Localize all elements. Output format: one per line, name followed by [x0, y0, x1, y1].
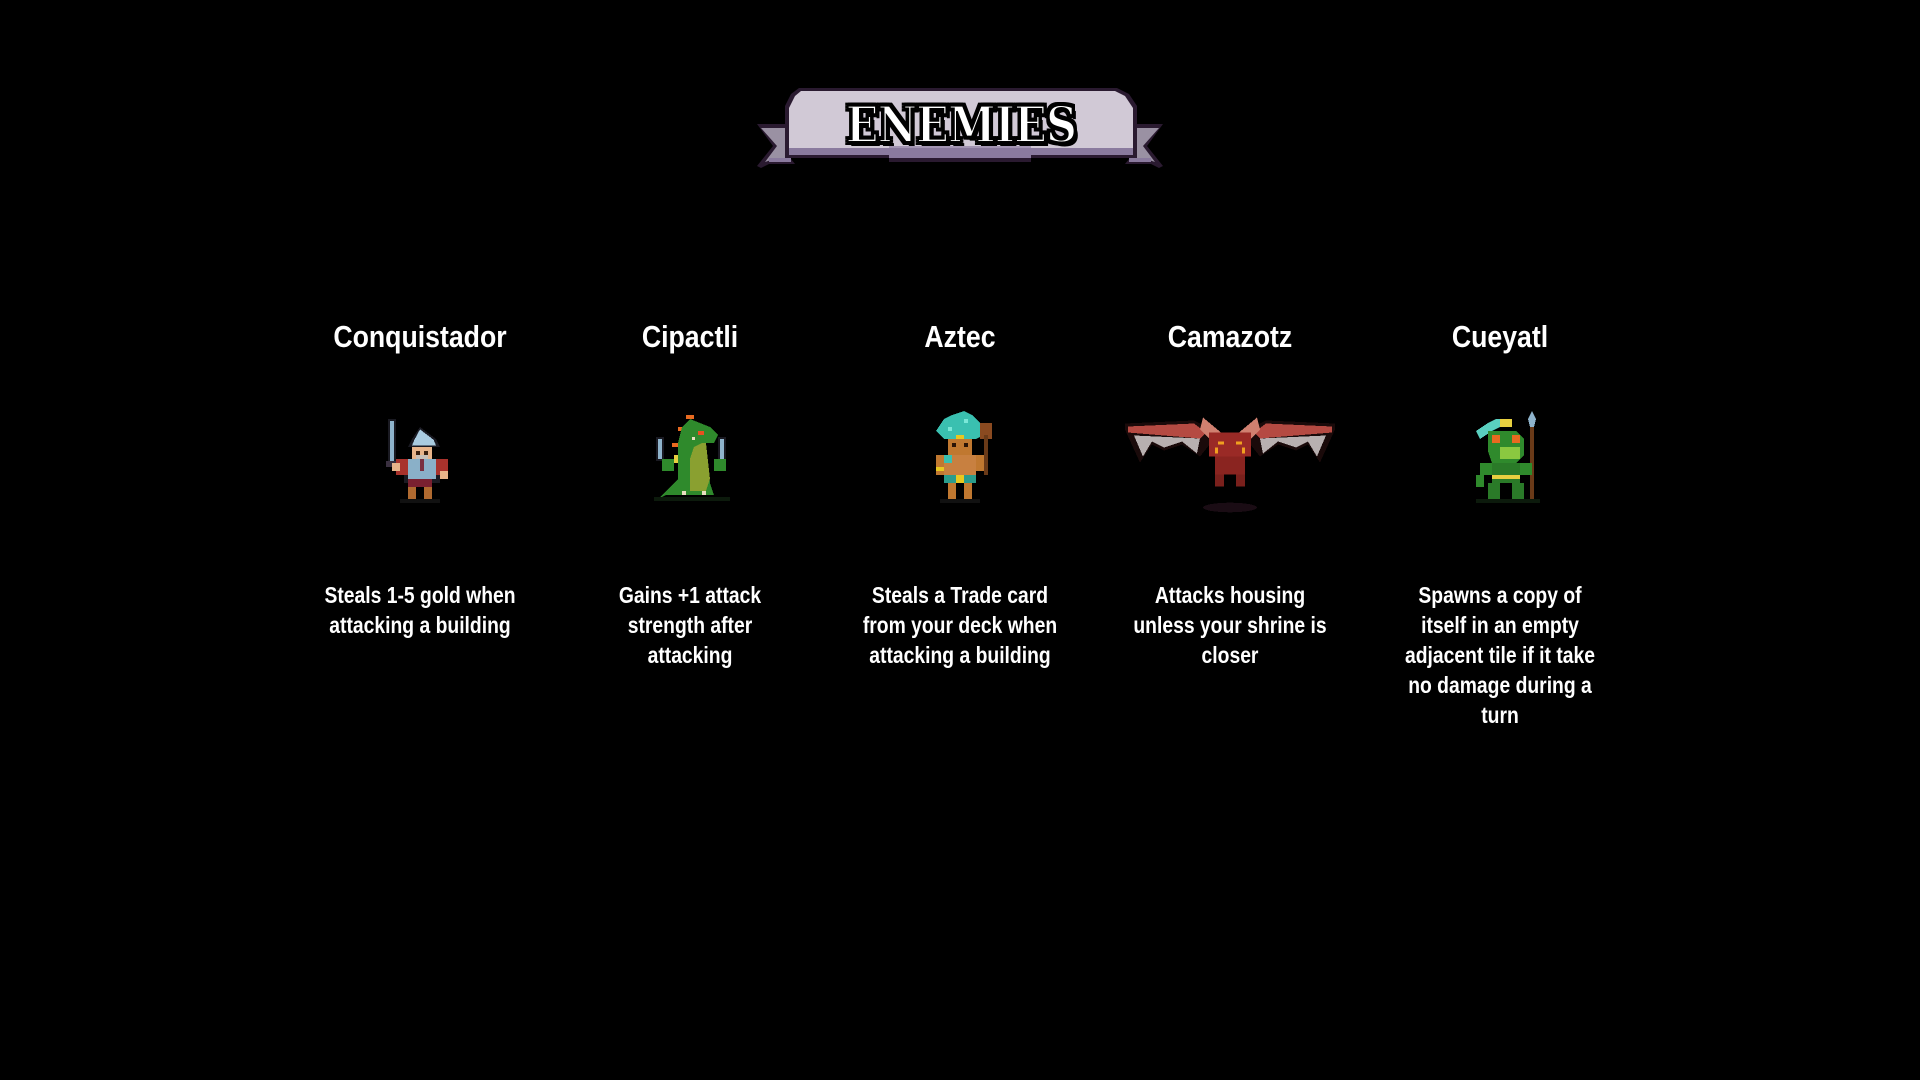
enemy-description: Steals a Trade card from your deck when … — [862, 582, 1058, 668]
enemy-card-cueyatl: Cueyatl Spawns a copy of itself in an em… — [1380, 312, 1620, 728]
enemy-name: Conquistador — [333, 319, 507, 354]
aztec-sprite-icon — [936, 411, 992, 503]
enemy-name: Aztec — [924, 319, 996, 354]
cipactli-sprite-icon — [654, 415, 730, 501]
enemy-name: Camazotz — [1167, 319, 1293, 354]
enemy-name: Cipactli — [641, 319, 739, 354]
enemy-card-cipactli: Cipactli Gains +1 attack strength after … — [570, 312, 810, 668]
enemy-card-camazotz: Camazotz Attacks housing unless your shr… — [1110, 312, 1350, 668]
banner-title: ENEMIES — [845, 94, 1078, 155]
enemies-banner: ENEMIES — [755, 84, 1165, 180]
enemy-card-conquistador: Conquistador Steals 1-5 gold when attack… — [300, 312, 540, 638]
enemy-description: Gains +1 attack strength after attacking — [618, 582, 762, 668]
enemy-card-aztec: Aztec Steals a Trade card from your deck… — [840, 312, 1080, 668]
enemy-description: Attacks housing unless your shrine is cl… — [1133, 582, 1327, 668]
enemy-description: Spawns a copy of itself in an empty adja… — [1404, 582, 1596, 728]
camazotz-sprite-icon — [1125, 417, 1335, 513]
enemy-description: Steals 1-5 gold when attacking a buildin… — [324, 582, 516, 638]
cueyatl-sprite-icon — [1476, 411, 1540, 503]
enemy-name: Cueyatl — [1451, 319, 1549, 354]
conquistador-sprite-icon — [386, 419, 448, 503]
